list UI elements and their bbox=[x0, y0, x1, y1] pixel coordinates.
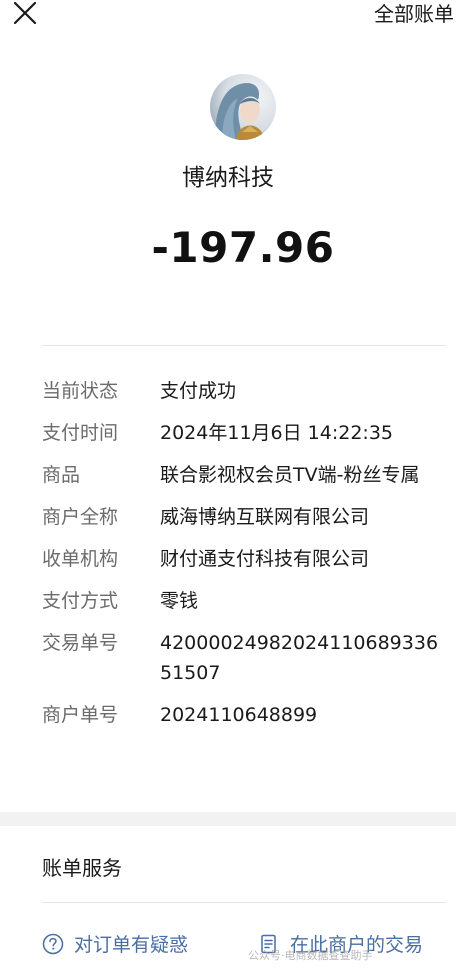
detail-value: 零钱 bbox=[160, 590, 199, 612]
detail-label: 支付时间 bbox=[42, 422, 119, 444]
detail-value: 2024年11月6日 14:22:35 bbox=[160, 422, 393, 444]
watermark: 公众号·电商数据查查助手 bbox=[248, 949, 373, 962]
divider bbox=[42, 345, 446, 346]
detail-row-merchant-full-name: 商户全称 威海博纳互联网有限公司 bbox=[0, 502, 456, 532]
order-question-link[interactable]: 对订单有疑惑 bbox=[42, 930, 188, 957]
bill-details: 当前状态 支付成功 支付时间 2024年11月6日 14:22:35 商品 联合… bbox=[0, 376, 456, 742]
detail-value: 4200002498202411068933651507 bbox=[160, 632, 439, 684]
detail-value: 威海博纳互联网有限公司 bbox=[160, 506, 370, 528]
detail-row-acquirer: 收单机构 财付通支付科技有限公司 bbox=[0, 544, 456, 574]
detail-row-product: 商品 联合影视权会员TV端-粉丝专属 bbox=[0, 460, 456, 490]
merchant-avatar bbox=[210, 74, 276, 140]
all-bills-link[interactable]: 全部账单 bbox=[374, 0, 454, 27]
detail-row-transaction-id: 交易单号 4200002498202411068933651507 bbox=[0, 628, 456, 688]
detail-label: 收单机构 bbox=[42, 548, 119, 570]
merchant-name: 博纳科技 bbox=[182, 165, 274, 191]
detail-label: 交易单号 bbox=[42, 632, 119, 654]
divider bbox=[42, 902, 446, 903]
detail-label: 商户单号 bbox=[42, 704, 119, 726]
top-bar: 全部账单 bbox=[0, 0, 456, 44]
question-circle-icon bbox=[42, 933, 64, 954]
detail-label: 商户全称 bbox=[42, 506, 119, 528]
bill-services-title: 账单服务 bbox=[42, 856, 122, 880]
detail-row-status: 当前状态 支付成功 bbox=[0, 376, 456, 406]
detail-value: 2024110648899 bbox=[160, 704, 318, 726]
order-question-label: 对订单有疑惑 bbox=[74, 934, 189, 956]
close-icon[interactable] bbox=[12, 0, 38, 26]
detail-label: 商品 bbox=[42, 464, 81, 486]
detail-value: 财付通支付科技有限公司 bbox=[160, 548, 370, 570]
detail-value: 支付成功 bbox=[160, 380, 237, 402]
section-gap bbox=[0, 812, 456, 826]
detail-row-merchant-order-id: 商户单号 2024110648899 bbox=[0, 700, 456, 730]
detail-row-payment-method: 支付方式 零钱 bbox=[0, 586, 456, 616]
detail-row-time: 支付时间 2024年11月6日 14:22:35 bbox=[0, 418, 456, 448]
detail-value: 联合影视权会员TV端-粉丝专属 bbox=[160, 464, 420, 486]
payment-amount: -197.96 bbox=[151, 223, 335, 272]
detail-label: 支付方式 bbox=[42, 590, 119, 612]
detail-label: 当前状态 bbox=[42, 380, 119, 402]
